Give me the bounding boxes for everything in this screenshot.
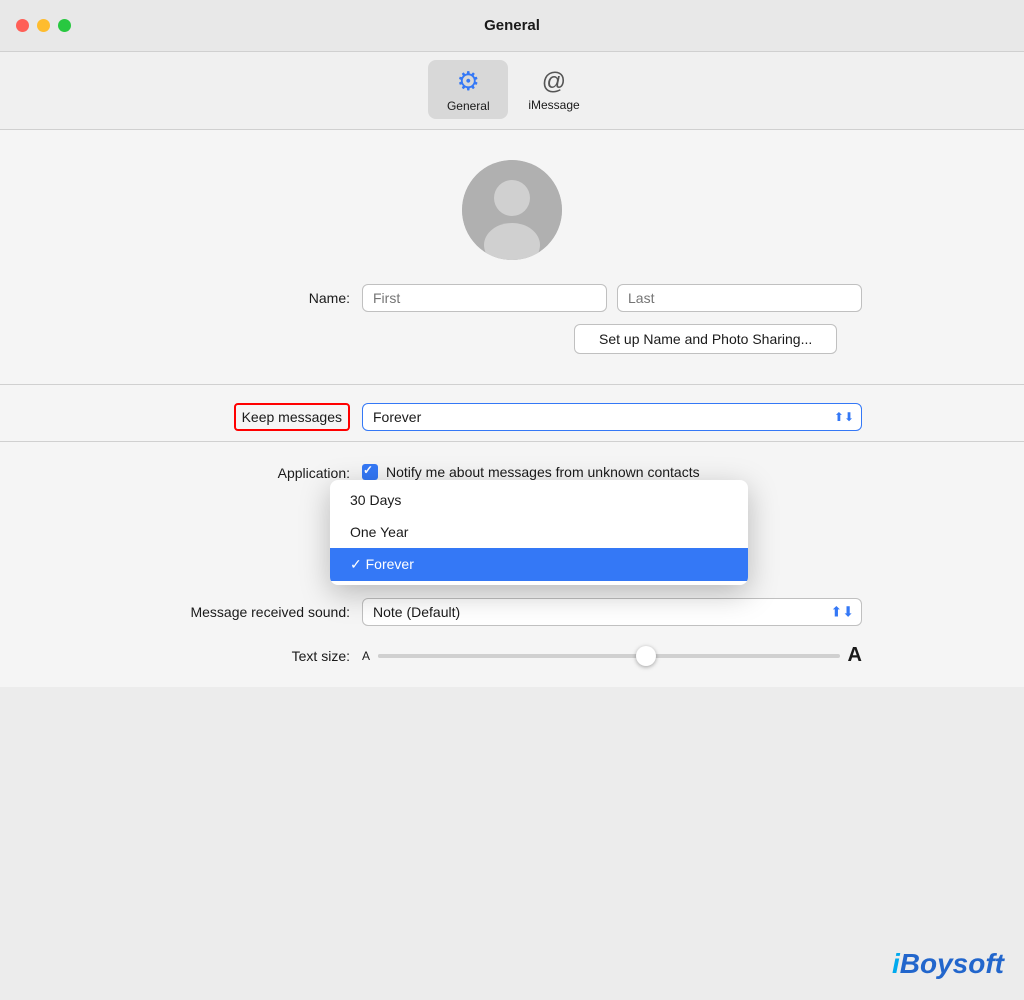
dropdown-item-30days[interactable]: 30 Days [330, 484, 748, 516]
text-size-content: A A [362, 644, 862, 667]
divider-middle [0, 441, 1024, 442]
dropdown-item-forever[interactable]: Forever [330, 548, 748, 581]
keep-messages-select[interactable]: 30 Days One Year Forever [362, 403, 862, 431]
watermark-i: i [892, 948, 900, 979]
keep-messages-label-box: Keep messages [162, 403, 362, 431]
window-controls [16, 19, 71, 32]
sound-row: Message received sound: Note (Default) ⬆… [162, 598, 862, 626]
gear-icon: ⚙ [457, 66, 480, 97]
last-name-input[interactable] [617, 284, 862, 312]
watermark-text: Boysoft [900, 948, 1004, 979]
sound-label: Message received sound: [162, 604, 362, 620]
main-content: Name: Set up Name and Photo Sharing... K… [0, 130, 1024, 687]
text-size-small-a: A [362, 649, 370, 663]
text-size-slider-track [378, 654, 840, 658]
tab-imessage-label: iMessage [528, 98, 579, 112]
sound-select-wrapper: Note (Default) ⬆⬇ [362, 598, 862, 626]
toolbar: ⚙ General @ iMessage [0, 52, 1024, 130]
text-size-label: Text size: [162, 648, 362, 664]
at-icon: @ [542, 68, 566, 96]
window-title: General [484, 17, 540, 34]
avatar-container [462, 160, 562, 260]
checkbox-notify-unknown-line: Notify me about messages from unknown co… [362, 464, 862, 480]
tab-imessage[interactable]: @ iMessage [512, 62, 595, 118]
tab-general[interactable]: ⚙ General [428, 60, 508, 119]
keep-messages-row: Keep messages 30 Days One Year Forever ⬆… [162, 403, 862, 431]
first-name-input[interactable] [362, 284, 607, 312]
sound-select[interactable]: Note (Default) [362, 598, 862, 626]
name-row: Name: [162, 284, 862, 312]
watermark: iBoysoft [892, 948, 1004, 980]
keep-messages-dropdown: 30 Days One Year Forever [330, 480, 748, 585]
text-size-row: Text size: A A [162, 644, 862, 667]
keep-messages-label: Keep messages [234, 403, 350, 431]
checkbox-notify-unknown[interactable] [362, 464, 378, 480]
maximize-button[interactable] [58, 19, 71, 32]
name-inputs [362, 284, 862, 312]
minimize-button[interactable] [37, 19, 50, 32]
setup-name-photo-button[interactable]: Set up Name and Photo Sharing... [574, 324, 837, 354]
name-label: Name: [162, 290, 362, 306]
titlebar: General [0, 0, 1024, 52]
dropdown-item-1year[interactable]: One Year [330, 516, 748, 548]
avatar[interactable] [462, 160, 562, 260]
text-size-large-a: A [848, 644, 862, 667]
text-size-slider-fill [378, 654, 655, 658]
application-label: Application: [162, 464, 362, 481]
tab-general-label: General [447, 99, 490, 113]
divider-top [0, 384, 1024, 385]
close-button[interactable] [16, 19, 29, 32]
checkbox-notify-unknown-label: Notify me about messages from unknown co… [386, 464, 700, 480]
keep-messages-select-wrapper: 30 Days One Year Forever ⬆⬇ [362, 403, 862, 431]
setup-btn-wrapper: Set up Name and Photo Sharing... [162, 324, 862, 366]
text-size-slider-thumb[interactable] [636, 646, 656, 666]
